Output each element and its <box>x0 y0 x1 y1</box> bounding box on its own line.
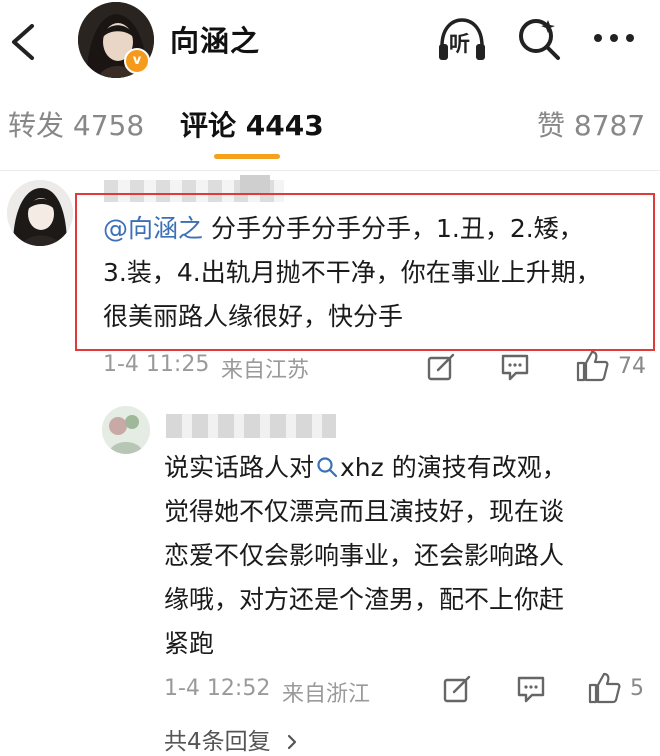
more-button[interactable] <box>588 26 640 50</box>
share-icon <box>427 353 455 381</box>
blurred-username-fragment <box>240 175 270 195</box>
listen-button[interactable]: 听 <box>436 14 488 66</box>
comment-icon <box>517 676 545 703</box>
back-icon <box>12 24 34 60</box>
author-name[interactable]: 向涵之 <box>170 18 260 60</box>
thumbs-up-icon <box>576 350 609 382</box>
listen-label: 听 <box>449 32 470 56</box>
like-button[interactable] <box>576 350 610 382</box>
mention-link[interactable]: @向涵之 <box>103 214 203 243</box>
reply-text-line-5: 紧跑 <box>164 629 215 658</box>
comment-text-line-3: 很美丽路人缘很好，快分手 <box>103 302 404 331</box>
tab-likes[interactable]: 赞 8787 <box>537 104 645 144</box>
blurred-reply-username <box>166 414 336 438</box>
comment-time: 1-4 11:25 <box>103 352 210 377</box>
reply-text-line-3: 恋爱不仅会影响事业，还会影响路人 <box>164 541 565 570</box>
comment-text-line-2: 3.装，4.出轨月抛不干净，你在事业上升期， <box>103 258 601 287</box>
search-button[interactable] <box>516 16 562 62</box>
like-count: 74 <box>618 354 646 379</box>
avatar-image <box>102 406 150 454</box>
verified-badge: v <box>124 48 150 74</box>
reply-like-count: 5 <box>630 676 644 701</box>
more-replies-label: 共4条回复 <box>164 729 271 755</box>
reply-comment-button[interactable] <box>516 674 546 704</box>
reply-repost-button[interactable] <box>442 674 472 704</box>
search-icon <box>519 19 560 60</box>
reply-location: 来自浙江 <box>282 682 371 707</box>
chevron-right-icon <box>287 734 297 750</box>
reply-button[interactable] <box>500 352 530 382</box>
reply-text-line-1: 说实话路人对 xhz 的演技有改观， <box>164 453 567 482</box>
tab-reposts[interactable]: 转发 4758 <box>8 104 144 144</box>
reply-time: 1-4 12:52 <box>164 676 271 701</box>
share-icon <box>443 675 471 703</box>
reply-text-line-2: 觉得她不仅漂亮而且演技好，现在谈 <box>164 497 565 526</box>
search-link[interactable] <box>314 453 340 482</box>
more-replies-link[interactable]: 共4条回复 <box>164 722 300 756</box>
active-tab-indicator <box>214 154 280 159</box>
search-icon <box>317 457 338 478</box>
comment-text-line-1: @向涵之 分手分手分手分手，1.丑，2.矮， <box>103 214 584 243</box>
more-icon <box>594 34 634 42</box>
comment-location: 来自江苏 <box>221 358 310 383</box>
thumbs-up-icon <box>588 672 621 704</box>
reply-text-line-4: 缘哦，对方还是个渣男，配不上你赶 <box>164 585 565 614</box>
tab-comments[interactable]: 评论 4443 <box>180 104 324 144</box>
divider <box>0 170 660 171</box>
reply-like-button[interactable] <box>588 672 622 704</box>
back-button[interactable] <box>6 22 40 62</box>
avatar-portrait-image <box>7 180 73 246</box>
commenter-avatar[interactable] <box>7 180 73 246</box>
reply-avatar[interactable] <box>102 406 150 454</box>
repost-button[interactable] <box>426 352 456 382</box>
comment-icon <box>501 354 529 381</box>
